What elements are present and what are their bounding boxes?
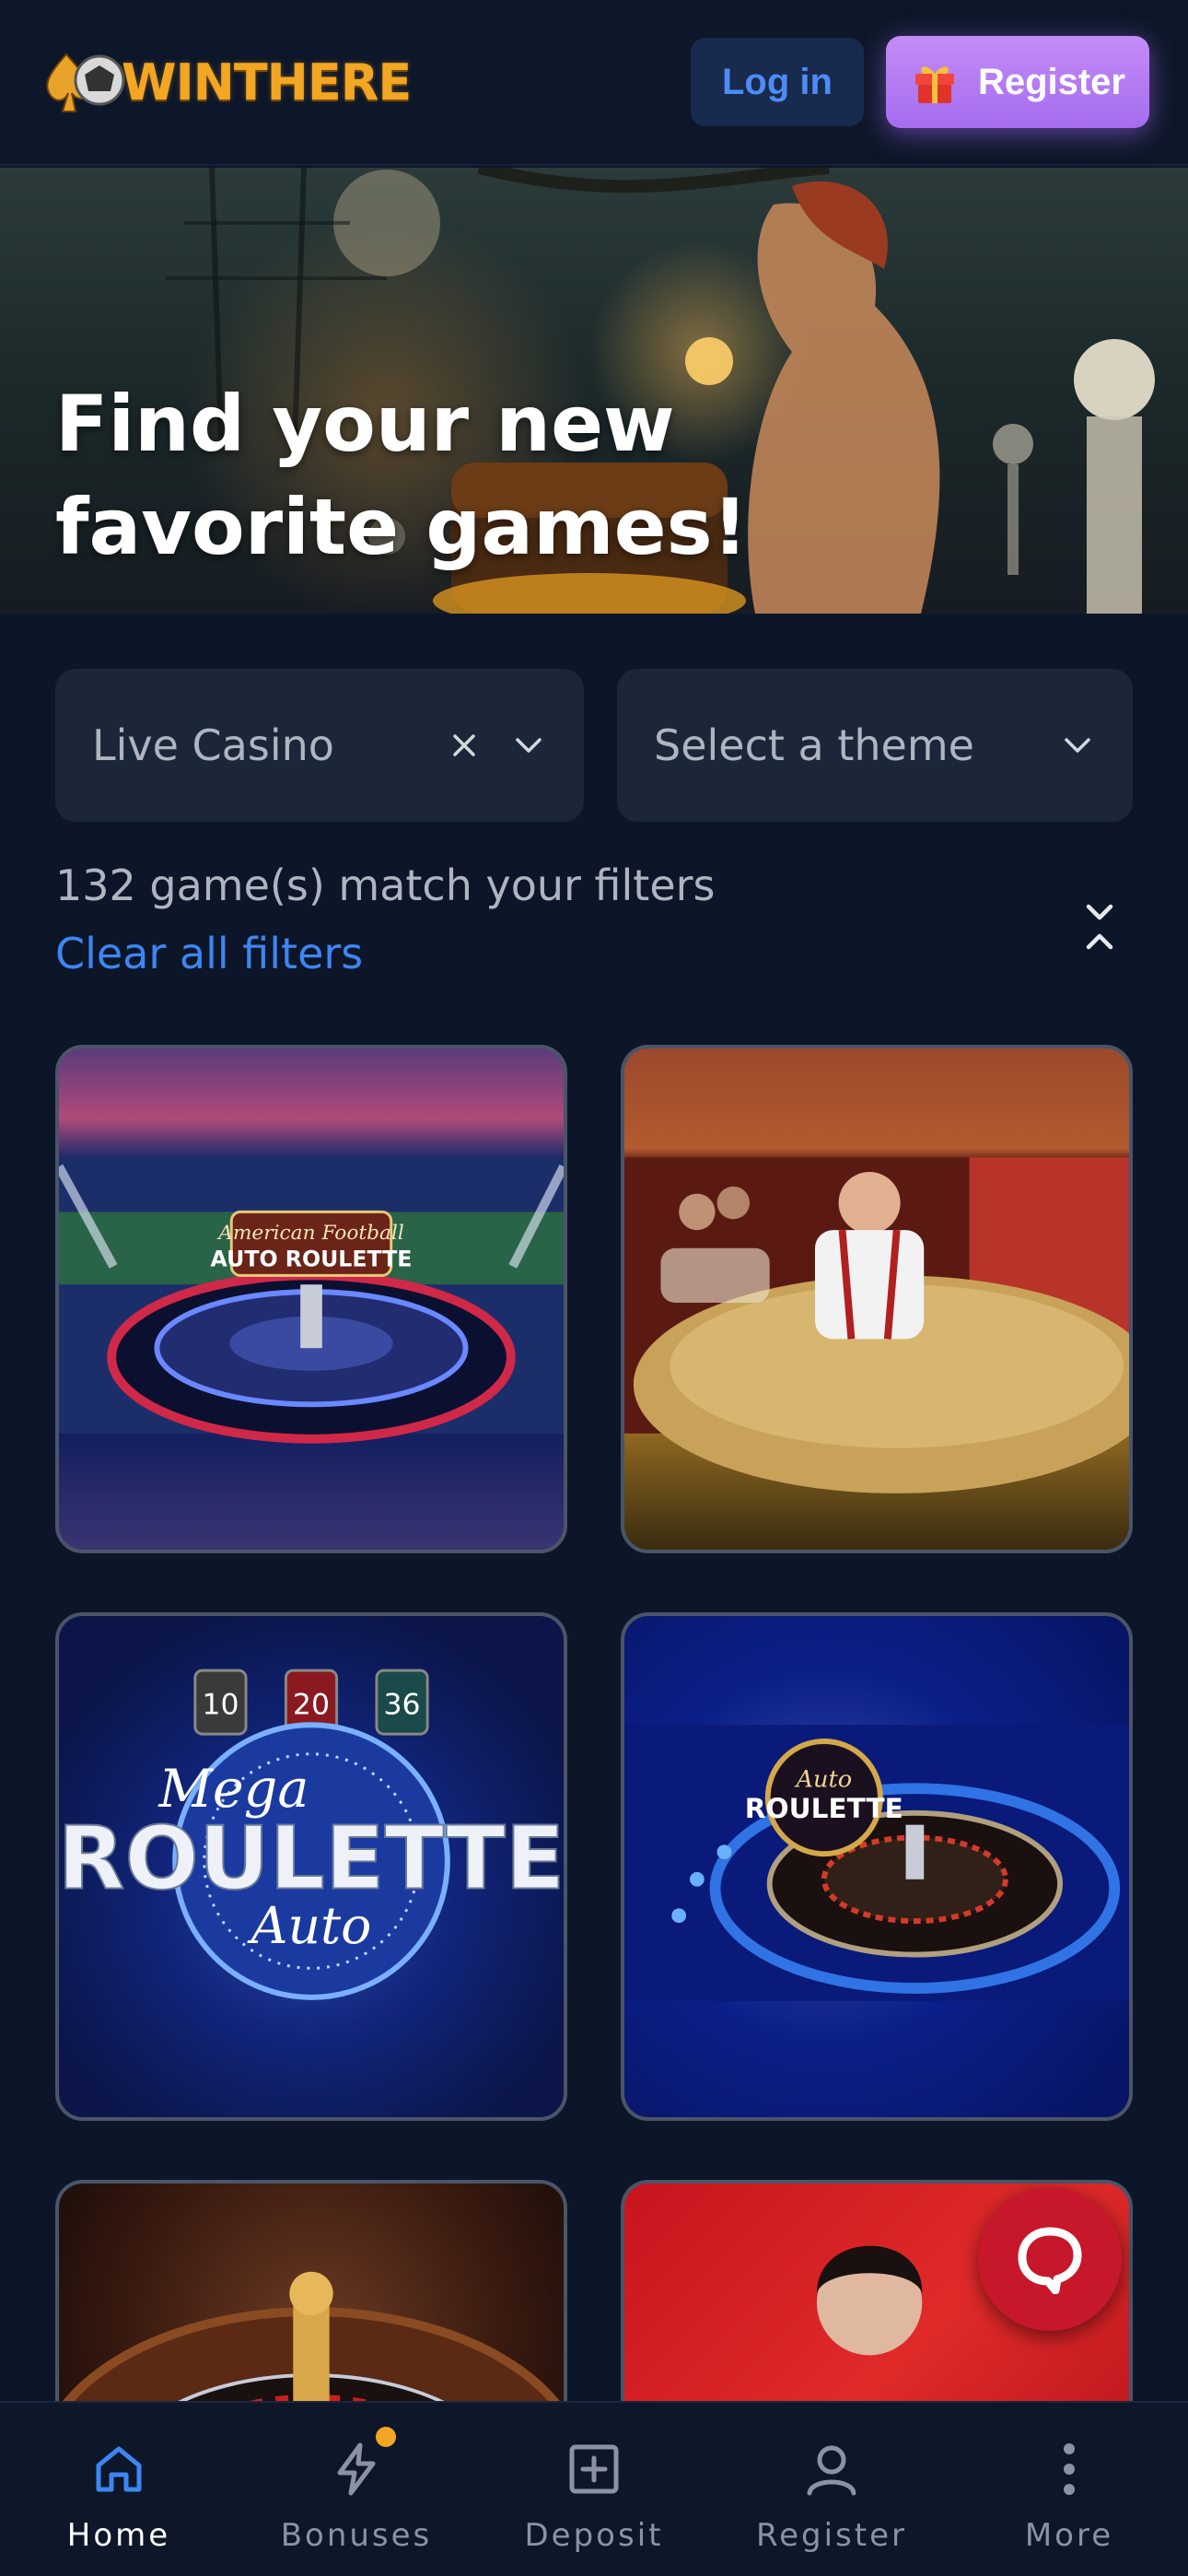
nav-bonuses[interactable]: Bonuses bbox=[238, 2403, 475, 2576]
svg-text:10: 10 bbox=[202, 1688, 239, 1721]
hero-title: Find your new favorite games! bbox=[55, 379, 748, 572]
theme-select[interactable]: Select a theme bbox=[617, 669, 1133, 822]
plus-square-icon bbox=[569, 2444, 619, 2494]
svg-text:20: 20 bbox=[293, 1688, 330, 1721]
notification-badge bbox=[376, 2427, 396, 2447]
chevron-down-icon bbox=[516, 738, 542, 753]
game-card-auto-roulette[interactable]: Auto ROULETTE bbox=[621, 1612, 1133, 2121]
game-card-american-football-auto-roulette[interactable]: American Football AUTO ROULETTE bbox=[55, 1045, 567, 1553]
game-thumbnail: Auto ROULETTE bbox=[624, 1725, 1129, 2001]
bottom-navigation: Home Bonuses Deposit Register More bbox=[0, 2401, 1188, 2576]
svg-text:ROULETTE: ROULETTE bbox=[59, 1809, 564, 1910]
filter-bar: Live Casino Select a theme bbox=[55, 669, 1188, 822]
nav-more[interactable]: More bbox=[950, 2403, 1188, 2576]
svg-text:36: 36 bbox=[383, 1688, 420, 1721]
result-count: 132 game(s) match your filters bbox=[55, 861, 716, 910]
game-thumbnail bbox=[624, 1157, 1129, 1493]
logo-text: WINTHERE bbox=[122, 53, 412, 111]
header-actions: Log in Register bbox=[690, 36, 1149, 128]
nav-label: More bbox=[1024, 2517, 1114, 2554]
nav-home[interactable]: Home bbox=[0, 2403, 238, 2576]
nav-register[interactable]: Register bbox=[713, 2403, 950, 2576]
user-icon bbox=[807, 2445, 856, 2496]
lightning-icon bbox=[337, 2442, 376, 2496]
nav-deposit[interactable]: Deposit bbox=[475, 2403, 713, 2576]
nav-label: Bonuses bbox=[280, 2517, 433, 2554]
svg-text:AUTO ROULETTE: AUTO ROULETTE bbox=[211, 1247, 413, 1272]
gift-icon bbox=[914, 66, 954, 103]
theme-select-placeholder: Select a theme bbox=[654, 720, 974, 770]
logo-spade-icon bbox=[46, 53, 125, 112]
hero-banner: Find your new favorite games! bbox=[0, 168, 1188, 614]
register-button[interactable]: Register bbox=[885, 36, 1149, 128]
nav-label: Register bbox=[756, 2517, 907, 2554]
top-header: WINTHERE Log in Register bbox=[0, 0, 1188, 166]
site-logo[interactable]: WINTHERE bbox=[39, 38, 412, 126]
game-card-mega-roulette-auto[interactable]: 10 20 36 Mega ROULETTE Auto bbox=[55, 1612, 567, 2121]
register-button-label: Register bbox=[977, 61, 1125, 102]
svg-text:American Football: American Football bbox=[216, 1222, 404, 1245]
svg-text:Auto: Auto bbox=[794, 1765, 852, 1793]
collapse-filters-icon[interactable] bbox=[1077, 901, 1122, 953]
game-thumbnail: American Football AUTO ROULETTE bbox=[59, 1157, 564, 1444]
live-chat-button[interactable] bbox=[978, 2187, 1122, 2331]
svg-text:ROULETTE: ROULETTE bbox=[745, 1793, 903, 1824]
more-vertical-icon bbox=[1064, 2443, 1075, 2495]
nav-label: Deposit bbox=[524, 2517, 664, 2554]
category-select[interactable]: Live Casino bbox=[55, 669, 584, 822]
clear-filters-link[interactable]: Clear all filters bbox=[55, 929, 363, 978]
chevron-down-icon bbox=[1065, 738, 1090, 753]
game-card-live-baccarat[interactable] bbox=[621, 1045, 1133, 1553]
login-button[interactable]: Log in bbox=[690, 38, 864, 126]
nav-label: Home bbox=[66, 2517, 171, 2554]
game-thumbnail: 10 20 36 Mega ROULETTE Auto bbox=[59, 1669, 564, 2000]
home-icon bbox=[96, 2446, 142, 2492]
svg-text:Auto: Auto bbox=[247, 1897, 372, 1956]
chat-bubble-icon bbox=[1018, 2227, 1082, 2294]
clear-selection-icon[interactable] bbox=[446, 727, 483, 764]
category-select-value: Live Casino bbox=[92, 720, 334, 770]
